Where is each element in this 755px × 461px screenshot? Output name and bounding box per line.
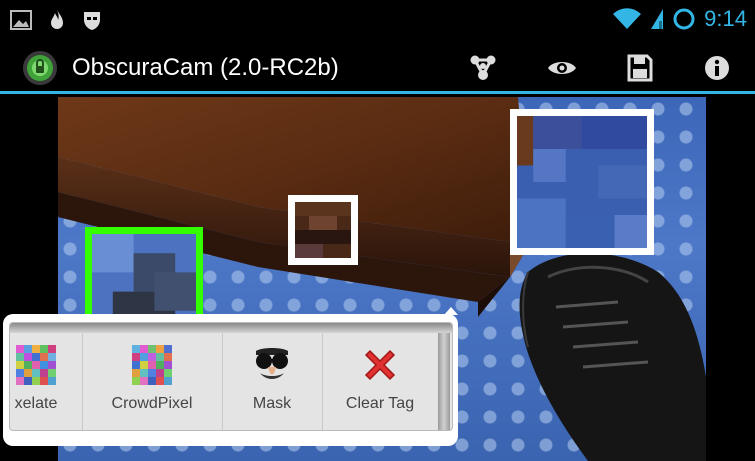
info-icon[interactable]	[699, 52, 735, 84]
tool-crowdpixel[interactable]: CrowdPixel	[82, 333, 223, 430]
system-icons: 9:14	[612, 6, 747, 32]
app-title: ObscuraCam (2.0-RC2b)	[72, 54, 339, 81]
share-icon[interactable]	[465, 52, 501, 84]
obscure-tools-popup: xelate CrowdPixel Mask Clear Tag	[3, 314, 458, 446]
tool-mask[interactable]: Mask	[222, 333, 323, 430]
action-bar: ObscuraCam (2.0-RC2b)	[0, 42, 755, 94]
save-icon[interactable]	[622, 52, 658, 84]
gallery-icon	[10, 9, 32, 31]
tool-label: Mask	[252, 395, 292, 412]
pixelated-region	[295, 202, 351, 258]
sync-ring-icon	[672, 7, 696, 31]
tool-label: xelate	[14, 395, 58, 412]
mask-icon	[250, 343, 294, 387]
tool-clear-tag[interactable]: Clear Tag	[322, 333, 438, 430]
status-bar: 9:14	[0, 0, 755, 42]
clock: 9:14	[704, 6, 747, 31]
wifi-icon	[612, 7, 642, 31]
app-logo-icon[interactable]	[22, 50, 58, 86]
pixelated-region	[517, 116, 647, 248]
flame-icon	[48, 8, 66, 32]
tool-label: CrowdPixel	[111, 395, 193, 412]
tools-strip[interactable]: xelate CrowdPixel Mask Clear Tag	[9, 322, 453, 431]
strip-top-edge	[10, 323, 452, 333]
obscure-tag-top-right[interactable]	[510, 109, 654, 255]
tool-label: Clear Tag	[345, 395, 415, 412]
scroll-grip[interactable]	[438, 333, 450, 430]
mask-notification-icon	[82, 9, 102, 31]
tool-pixelate[interactable]: xelate	[10, 333, 83, 430]
notification-icons	[10, 8, 102, 32]
crowdpixel-icon	[132, 343, 172, 387]
obscure-tag-middle[interactable]	[288, 195, 358, 265]
signal-icon	[650, 7, 664, 31]
preview-eye-icon[interactable]	[544, 52, 580, 84]
action-bar-divider	[0, 91, 755, 94]
clear-tag-icon	[360, 343, 400, 387]
pixelate-icon	[16, 343, 56, 387]
